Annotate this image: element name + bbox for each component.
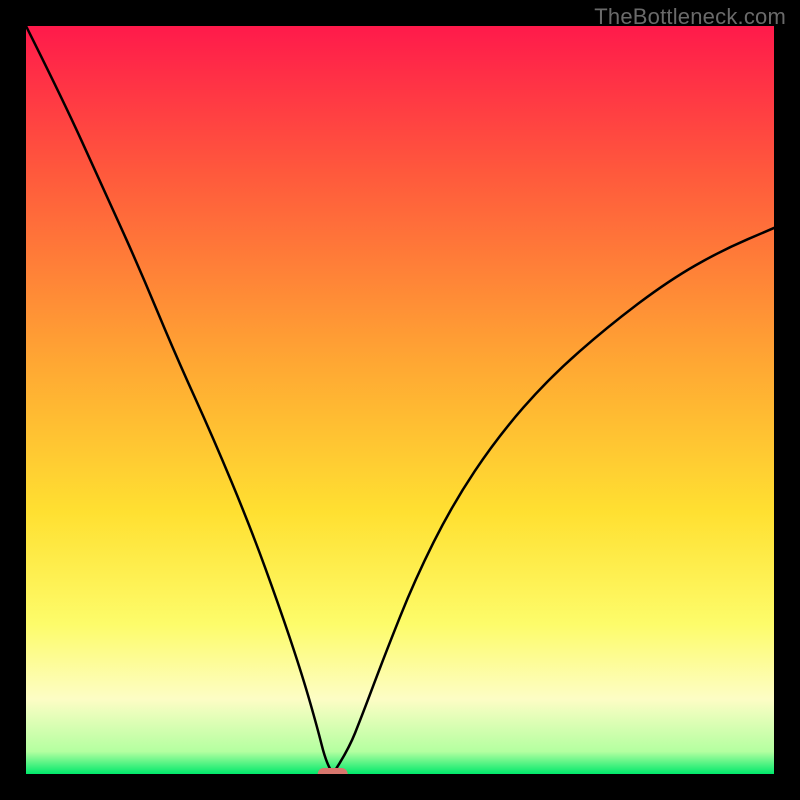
plot-area <box>26 26 774 774</box>
chart-frame: TheBottleneck.com <box>0 0 800 800</box>
minimum-marker <box>318 768 348 774</box>
gradient-background <box>26 26 774 774</box>
chart-svg <box>26 26 774 774</box>
watermark-text: TheBottleneck.com <box>594 4 786 30</box>
minimum-pill <box>318 768 348 774</box>
